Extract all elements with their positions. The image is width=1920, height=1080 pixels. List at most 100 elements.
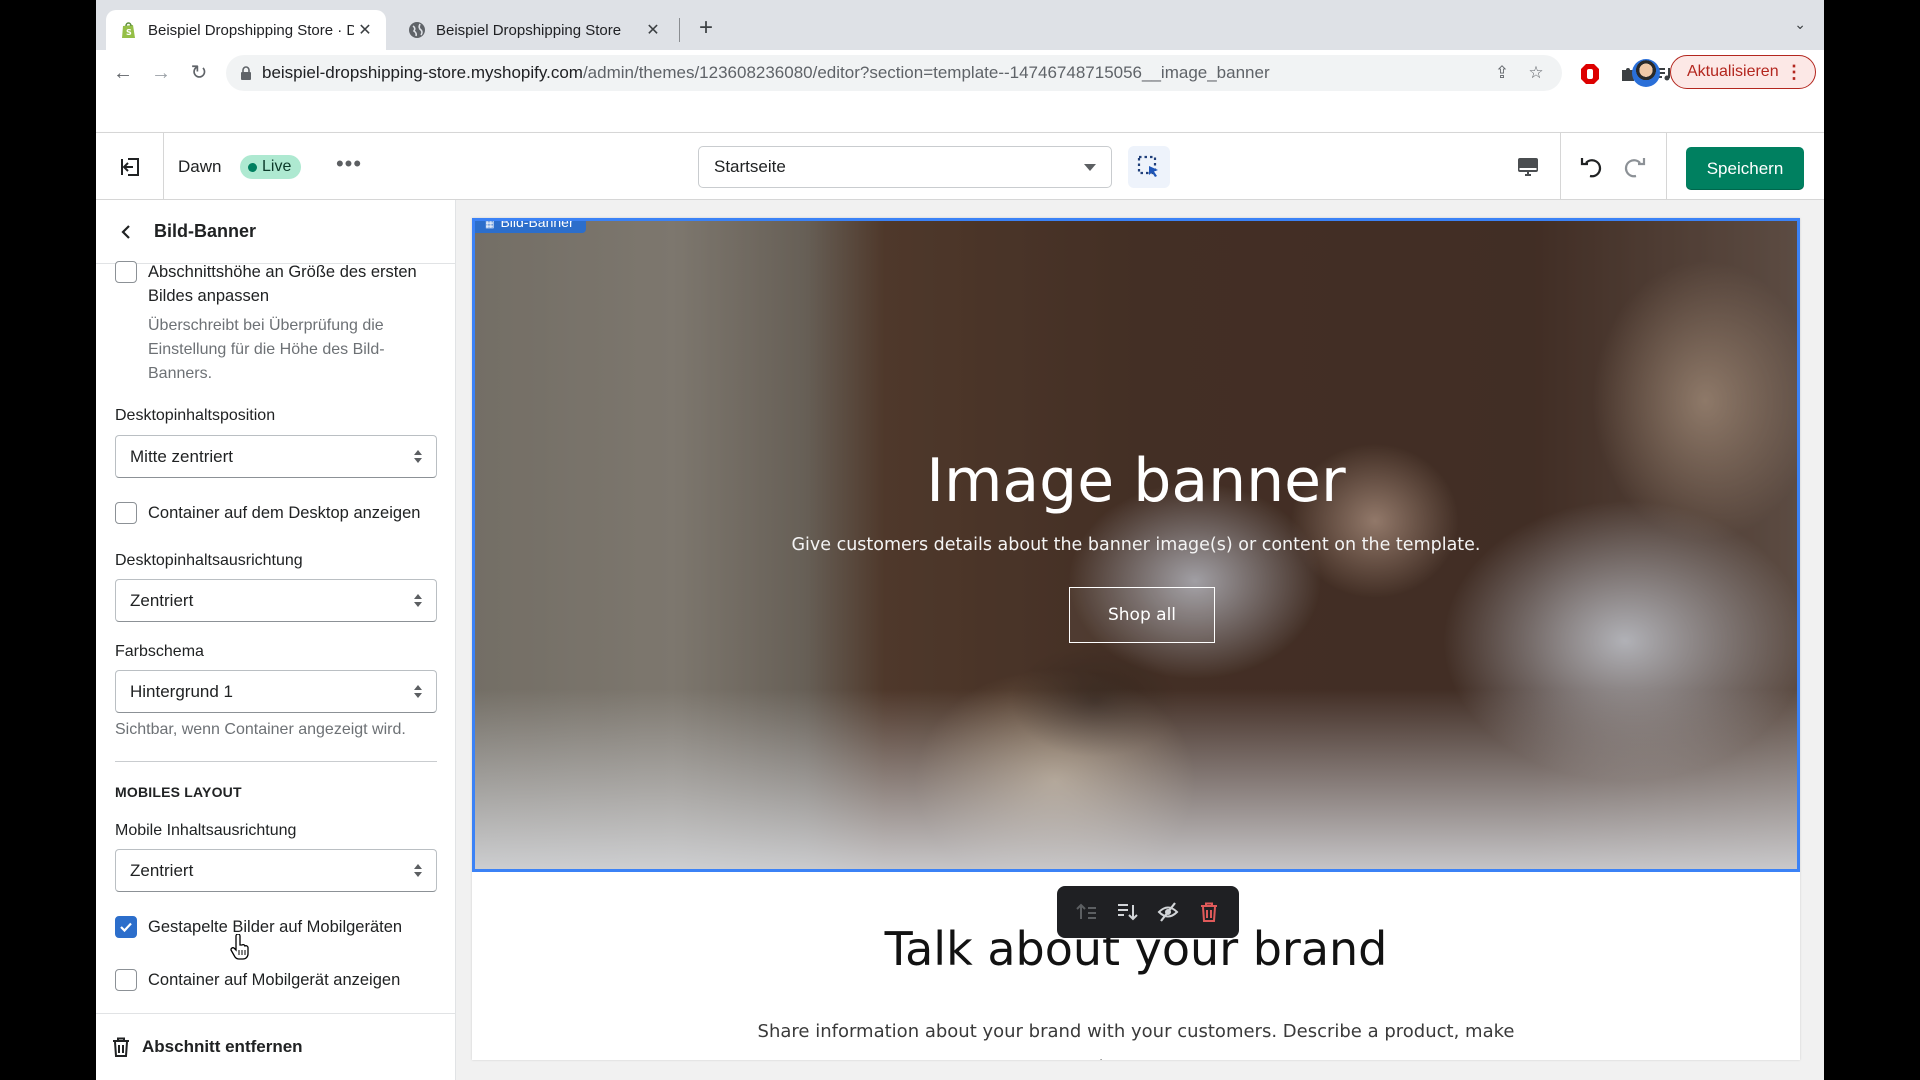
share-icon[interactable]: ⇪ [1492,63,1512,83]
panel-footer: Abschnitt entfernen [96,1013,455,1080]
page-top-spacer [96,96,1824,132]
panel-header: Bild-Banner [96,200,455,264]
url-text: beispiel-dropshipping-store.myshopify.co… [262,63,1270,83]
desktop-position-label: Desktopinhaltsposition [115,407,276,424]
adapt-height-checkbox-row[interactable]: Abschnittshöhe an Größe des ersten Bilde… [115,260,445,308]
mobile-container-checkbox-row[interactable]: Container auf Mobilgerät anzeigen [115,968,445,992]
remove-section-label: Abschnitt entfernen [142,1037,303,1056]
desktop-view-button[interactable] [1512,151,1544,183]
mobile-container-label: Container auf Mobilgerät anzeigen [148,971,401,989]
section-settings-panel: Bild-Banner Abschnittshöhe an Größe des … [96,200,456,1080]
mobile-alignment-value: Zentriert [130,860,194,880]
browser-window: S Beispiel Dropshipping Store · D ✕ Beis… [96,0,1824,1080]
trash-icon [1200,902,1217,922]
redo-button[interactable] [1618,151,1650,183]
delete-section-button[interactable] [1194,897,1224,927]
undo-button[interactable] [1576,151,1608,183]
desktop-alignment-value: Zentriert [130,590,194,610]
section-toolbar [1057,886,1239,938]
desktop-position-value: Mitte zentriert [130,446,233,466]
preview-frame: ▦ Bild-Banner Image banner Give customer… [472,218,1800,1060]
header-divider [1560,133,1561,200]
eye-slash-icon [1157,902,1179,922]
theme-name: Dawn [178,157,222,176]
bookmark-star-icon[interactable]: ☆ [1526,63,1546,83]
address-bar[interactable]: beispiel-dropshipping-store.myshopify.co… [226,55,1562,91]
tab-title: Beispiel Dropshipping Store · D [148,21,354,39]
back-icon[interactable]: ← [110,60,136,86]
adblock-extension-icon[interactable] [1578,62,1602,86]
adapt-height-help: Überschreibt bei Überprüfung die Einstel… [148,317,385,382]
adapt-height-label: Abschnittshöhe an Größe des ersten Bilde… [148,263,417,305]
lock-icon [241,66,251,80]
move-up-button[interactable] [1072,897,1102,927]
exit-editor-button[interactable] [96,133,164,200]
close-tab-icon[interactable]: ✕ [354,20,376,40]
header-divider [1666,133,1667,200]
forward-icon[interactable]: → [148,60,174,86]
section-tag: ▦ Bild-Banner [475,218,586,233]
move-down-button[interactable] [1113,897,1143,927]
new-tab-button[interactable]: + [692,14,720,42]
globe-icon [408,21,426,39]
redo-icon [1624,158,1646,178]
template-select[interactable]: Startseite [698,146,1112,188]
mobile-container-checkbox[interactable] [115,969,137,991]
banner-subheading: Give customers details about the banner … [791,535,1481,555]
image-banner-section[interactable]: ▦ Bild-Banner Image banner Give customer… [472,218,1800,872]
remove-section-button[interactable]: Abschnitt entfernen [112,1037,303,1057]
rich-text-body: Share information about your brand with … [757,1021,1515,1060]
move-up-icon [1076,903,1097,919]
color-scheme-value: Hintergrund 1 [130,681,234,701]
update-browser-button[interactable]: Aktualisieren ⋮ [1670,55,1816,89]
desktop-container-checkbox-row[interactable]: Container auf dem Desktop anzeigen [115,501,445,525]
tab-shopify-admin[interactable]: S Beispiel Dropshipping Store · D ✕ [106,10,386,50]
color-scheme-label: Farbschema [115,643,204,660]
desktop-alignment-select[interactable]: Zentriert [115,579,437,622]
kebab-menu-icon: ⋮ [1785,62,1803,82]
desktop-position-select[interactable]: Mitte zentriert [115,435,437,478]
section-icon: ▦ [485,219,495,230]
color-scheme-select[interactable]: Hintergrund 1 [115,670,437,713]
hide-section-button[interactable] [1153,897,1183,927]
status-badge: Live [240,155,302,179]
tab-title: Beispiel Dropshipping Store [436,21,622,39]
reload-icon[interactable]: ↻ [186,60,212,86]
template-select-value: Startseite [714,157,786,176]
theme-actions-button[interactable]: ••• [334,151,364,181]
trash-icon [113,1037,129,1057]
close-tab-icon[interactable]: ✕ [642,20,664,40]
shop-all-button[interactable]: Shop all [1069,587,1215,643]
status-dot-icon [248,162,257,172]
browser-toolbar: ← → ↻ beispiel-dropshipping-store.myshop… [96,50,1824,96]
panel-title: Bild-Banner [154,221,257,241]
stacked-images-label: Gestapelte Bilder auf Mobilgeräten [148,918,403,936]
section-divider [115,761,437,762]
chevron-left-icon [121,224,130,239]
tab-storefront[interactable]: Beispiel Dropshipping Store ✕ [394,10,674,50]
update-label: Aktualisieren [1687,63,1779,80]
tab-separator [679,18,680,42]
inspector-toggle-button[interactable] [1128,146,1170,188]
desktop-alignment-label: Desktopinhaltsausrichtung [115,552,303,569]
adapt-height-checkbox[interactable] [115,261,137,283]
mobile-alignment-select[interactable]: Zentriert [115,849,437,892]
mobile-layout-heading: MOBILES LAYOUT [115,784,242,800]
exit-icon [120,157,139,176]
desktop-icon [1518,158,1538,176]
shopify-icon: S [120,21,138,39]
select-arrows-icon [414,450,422,464]
save-button[interactable]: Speichern [1686,147,1804,190]
editor-header: Dawn Live ••• Startseite Speichern [96,132,1824,200]
desktop-container-checkbox[interactable] [115,502,137,524]
section-tag-label: Bild-Banner [500,218,574,230]
back-button[interactable] [112,218,140,246]
url-path: /admin/themes/123608236080/editor?sectio… [582,63,1270,82]
profile-avatar[interactable] [1632,59,1660,87]
undo-icon [1580,158,1602,178]
svg-text:S: S [126,28,132,37]
stacked-images-checkbox-row[interactable]: Gestapelte Bilder auf Mobilgeräten [115,915,445,939]
tab-search-icon[interactable]: ⌄ [1794,16,1806,33]
select-arrows-icon [414,864,422,878]
stacked-images-checkbox[interactable] [115,916,137,938]
